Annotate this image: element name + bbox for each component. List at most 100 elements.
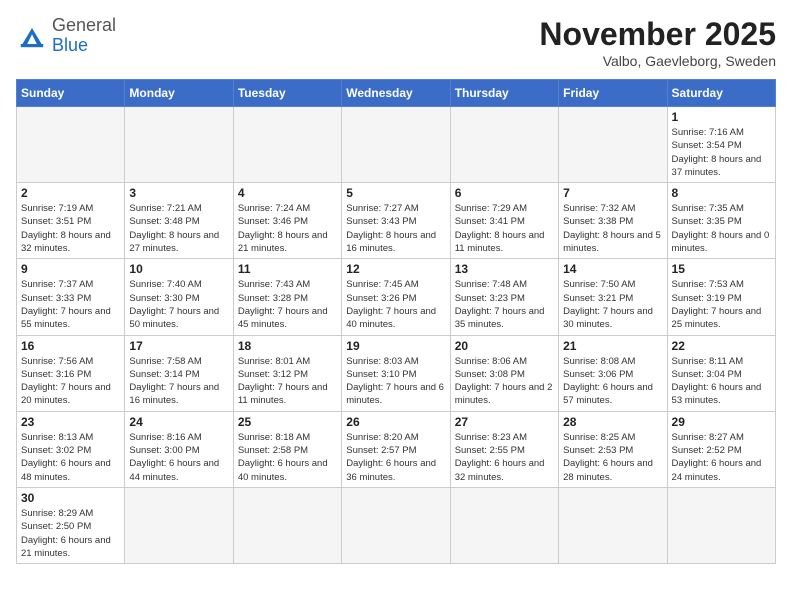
day-cell: 29 Sunrise: 8:27 AM Sunset: 2:52 PM Dayli…: [667, 411, 775, 487]
day-cell: [667, 487, 775, 563]
day-number: 3: [129, 186, 228, 200]
day-cell: 28 Sunrise: 8:25 AM Sunset: 2:53 PM Dayli…: [559, 411, 667, 487]
day-info: Sunrise: 8:16 AM Sunset: 3:00 PM Dayligh…: [129, 431, 228, 484]
logo-general: General: [52, 15, 116, 35]
day-info: Sunrise: 7:43 AM Sunset: 3:28 PM Dayligh…: [238, 278, 337, 331]
day-number: 26: [346, 415, 445, 429]
header: General Blue November 2025 Valbo, Gaevle…: [16, 16, 776, 69]
day-info: Sunrise: 8:20 AM Sunset: 2:57 PM Dayligh…: [346, 431, 445, 484]
day-info: Sunrise: 7:29 AM Sunset: 3:41 PM Dayligh…: [455, 202, 554, 255]
day-number: 29: [672, 415, 771, 429]
day-cell: 25Sunrise: 8:18 AM Sunset: 2:58 PM Dayli…: [233, 411, 341, 487]
day-cell: [342, 487, 450, 563]
day-number: 14: [563, 262, 662, 276]
day-cell: 22 Sunrise: 8:11 AM Sunset: 3:04 PM Dayli…: [667, 335, 775, 411]
week-row-2: 9Sunrise: 7:37 AM Sunset: 3:33 PM Daylig…: [17, 259, 776, 335]
day-number: 30: [21, 491, 120, 505]
day-number: 17: [129, 339, 228, 353]
day-cell: 11 Sunrise: 7:43 AM Sunset: 3:28 PM Dayli…: [233, 259, 341, 335]
logo-icon: [16, 20, 48, 52]
day-info: Sunrise: 8:23 AM Sunset: 2:55 PM Dayligh…: [455, 431, 554, 484]
day-cell: 3 Sunrise: 7:21 AM Sunset: 3:48 PM Daylig…: [125, 183, 233, 259]
logo: General Blue: [16, 16, 116, 56]
day-info: Sunrise: 7:40 AM Sunset: 3:30 PM Dayligh…: [129, 278, 228, 331]
day-cell: 26 Sunrise: 8:20 AM Sunset: 2:57 PM Dayli…: [342, 411, 450, 487]
day-number: 6: [455, 186, 554, 200]
header-cell-sunday: Sunday: [17, 80, 125, 107]
day-number: 2: [21, 186, 120, 200]
header-cell-wednesday: Wednesday: [342, 80, 450, 107]
week-row-0: 1 Sunrise: 7:16 AM Sunset: 3:54 PM Daylig…: [17, 107, 776, 183]
day-cell: [450, 487, 558, 563]
day-number: 16: [21, 339, 120, 353]
day-cell: 14 Sunrise: 7:50 AM Sunset: 3:21 PM Dayli…: [559, 259, 667, 335]
day-info: Sunrise: 8:25 AM Sunset: 2:53 PM Dayligh…: [563, 431, 662, 484]
day-cell: [125, 107, 233, 183]
day-info: Sunrise: 8:27 AM Sunset: 2:52 PM Dayligh…: [672, 431, 771, 484]
day-cell: 13 Sunrise: 7:48 AM Sunset: 3:23 PM Dayli…: [450, 259, 558, 335]
day-number: 15: [672, 262, 771, 276]
day-info: Sunrise: 8:13 AM Sunset: 3:02 PM Dayligh…: [21, 431, 120, 484]
day-cell: 8 Sunrise: 7:35 AM Sunset: 3:35 PM Daylig…: [667, 183, 775, 259]
day-info: Sunrise: 8:06 AM Sunset: 3:08 PM Dayligh…: [455, 355, 554, 408]
day-info: Sunrise: 8:11 AM Sunset: 3:04 PM Dayligh…: [672, 355, 771, 408]
day-cell: 10 Sunrise: 7:40 AM Sunset: 3:30 PM Dayli…: [125, 259, 233, 335]
day-number: 1: [672, 110, 771, 124]
header-cell-tuesday: Tuesday: [233, 80, 341, 107]
day-info: Sunrise: 8:01 AM Sunset: 3:12 PM Dayligh…: [238, 355, 337, 408]
day-cell: 9Sunrise: 7:37 AM Sunset: 3:33 PM Daylig…: [17, 259, 125, 335]
day-number: 10: [129, 262, 228, 276]
day-number: 5: [346, 186, 445, 200]
day-cell: 17Sunrise: 7:58 AM Sunset: 3:14 PM Dayli…: [125, 335, 233, 411]
day-info: Sunrise: 7:56 AM Sunset: 3:16 PM Dayligh…: [21, 355, 120, 408]
day-cell: 27Sunrise: 8:23 AM Sunset: 2:55 PM Dayli…: [450, 411, 558, 487]
day-info: Sunrise: 7:48 AM Sunset: 3:23 PM Dayligh…: [455, 278, 554, 331]
day-info: Sunrise: 8:08 AM Sunset: 3:06 PM Dayligh…: [563, 355, 662, 408]
day-cell: [233, 107, 341, 183]
day-number: 13: [455, 262, 554, 276]
day-cell: 2Sunrise: 7:19 AM Sunset: 3:51 PM Daylig…: [17, 183, 125, 259]
week-row-3: 16 Sunrise: 7:56 AM Sunset: 3:16 PM Dayli…: [17, 335, 776, 411]
day-cell: 7Sunrise: 7:32 AM Sunset: 3:38 PM Daylig…: [559, 183, 667, 259]
day-info: Sunrise: 7:35 AM Sunset: 3:35 PM Dayligh…: [672, 202, 771, 255]
day-cell: [125, 487, 233, 563]
day-number: 22: [672, 339, 771, 353]
day-info: Sunrise: 7:21 AM Sunset: 3:48 PM Dayligh…: [129, 202, 228, 255]
day-info: Sunrise: 7:16 AM Sunset: 3:54 PM Dayligh…: [672, 126, 771, 179]
day-cell: [559, 107, 667, 183]
day-cell: 6 Sunrise: 7:29 AM Sunset: 3:41 PM Daylig…: [450, 183, 558, 259]
day-info: Sunrise: 8:18 AM Sunset: 2:58 PM Dayligh…: [238, 431, 337, 484]
day-number: 24: [129, 415, 228, 429]
day-cell: 5Sunrise: 7:27 AM Sunset: 3:43 PM Daylig…: [342, 183, 450, 259]
calendar-table: SundayMondayTuesdayWednesdayThursdayFrid…: [16, 79, 776, 564]
day-number: 11: [238, 262, 337, 276]
header-cell-monday: Monday: [125, 80, 233, 107]
day-number: 12: [346, 262, 445, 276]
day-number: 8: [672, 186, 771, 200]
header-cell-friday: Friday: [559, 80, 667, 107]
logo-blue: Blue: [52, 35, 88, 55]
day-cell: 4 Sunrise: 7:24 AM Sunset: 3:46 PM Daylig…: [233, 183, 341, 259]
day-number: 4: [238, 186, 337, 200]
week-row-4: 23Sunrise: 8:13 AM Sunset: 3:02 PM Dayli…: [17, 411, 776, 487]
calendar-header-row: SundayMondayTuesdayWednesdayThursdayFrid…: [17, 80, 776, 107]
day-cell: 12Sunrise: 7:45 AM Sunset: 3:26 PM Dayli…: [342, 259, 450, 335]
day-info: Sunrise: 7:24 AM Sunset: 3:46 PM Dayligh…: [238, 202, 337, 255]
day-info: Sunrise: 8:29 AM Sunset: 2:50 PM Dayligh…: [21, 507, 120, 560]
day-cell: 1 Sunrise: 7:16 AM Sunset: 3:54 PM Daylig…: [667, 107, 775, 183]
day-cell: 19Sunrise: 8:03 AM Sunset: 3:10 PM Dayli…: [342, 335, 450, 411]
day-info: Sunrise: 7:50 AM Sunset: 3:21 PM Dayligh…: [563, 278, 662, 331]
day-number: 7: [563, 186, 662, 200]
day-number: 18: [238, 339, 337, 353]
day-cell: 30 Sunrise: 8:29 AM Sunset: 2:50 PM Dayli…: [17, 487, 125, 563]
day-cell: [233, 487, 341, 563]
calendar-title: November 2025: [539, 16, 776, 53]
day-cell: 16 Sunrise: 7:56 AM Sunset: 3:16 PM Dayli…: [17, 335, 125, 411]
day-cell: [450, 107, 558, 183]
day-number: 28: [563, 415, 662, 429]
day-cell: 20 Sunrise: 8:06 AM Sunset: 3:08 PM Dayli…: [450, 335, 558, 411]
day-cell: 23Sunrise: 8:13 AM Sunset: 3:02 PM Dayli…: [17, 411, 125, 487]
day-number: 20: [455, 339, 554, 353]
header-cell-thursday: Thursday: [450, 80, 558, 107]
day-number: 19: [346, 339, 445, 353]
